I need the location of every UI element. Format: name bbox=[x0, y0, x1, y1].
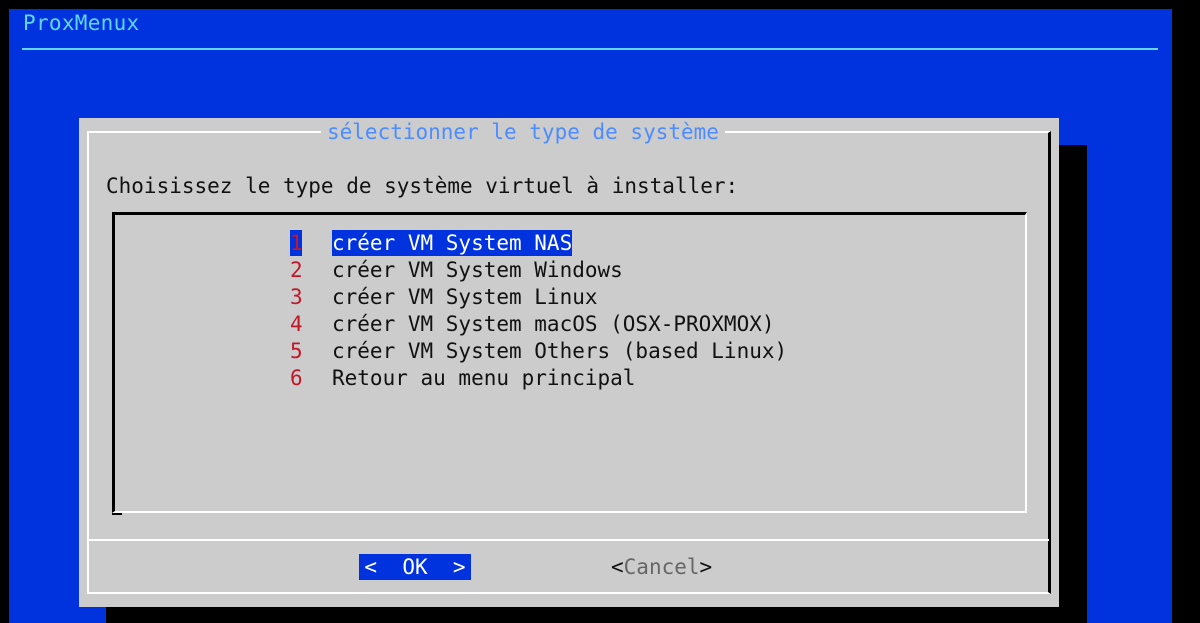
menu-item-4[interactable]: 4 créer VM System macOS (OSX-PROXMOX) bbox=[290, 311, 775, 337]
menu-item-tag: 5 bbox=[290, 339, 303, 363]
menu-item-tag: 6 bbox=[290, 366, 303, 390]
menu-item-label: créer VM System Windows bbox=[332, 258, 623, 282]
backtitle: ProxMenux bbox=[23, 11, 140, 35]
cancel-button[interactable]: <Cancel> bbox=[611, 554, 712, 580]
dialog-prompt: Choisissez le type de système virtuel à … bbox=[106, 174, 739, 198]
menu-item-6[interactable]: 6 Retour au menu principal bbox=[290, 365, 635, 391]
menu-item-label: créer VM System Linux bbox=[332, 285, 598, 309]
button-separator bbox=[89, 539, 1049, 541]
menu-list: 1 créer VM System NAS 2 créer VM System … bbox=[112, 212, 1027, 515]
dialog-title: sélectionner le type de système bbox=[321, 118, 725, 146]
menu-item-label: Retour au menu principal bbox=[332, 366, 636, 390]
menu-item-label: créer VM System NAS bbox=[332, 230, 573, 256]
menu-item-tag: 3 bbox=[290, 285, 303, 309]
cancel-bracket-right: > bbox=[699, 555, 713, 579]
menu-item-label: créer VM System macOS (OSX-PROXMOX) bbox=[332, 312, 775, 336]
menu-item-3[interactable]: 3 créer VM System Linux bbox=[290, 284, 598, 310]
cancel-label: Cancel bbox=[623, 555, 700, 579]
ok-button[interactable]: < OK > bbox=[359, 554, 471, 580]
menu-item-label: créer VM System Others (based Linux) bbox=[332, 339, 788, 363]
menu-item-tag: 1 bbox=[290, 230, 303, 256]
menu-item-1[interactable]: 1 créer VM System NAS bbox=[290, 230, 573, 256]
cancel-bracket-left: < bbox=[611, 555, 624, 579]
menu-item-2[interactable]: 2 créer VM System Windows bbox=[290, 257, 623, 283]
menu-item-tag: 4 bbox=[290, 312, 303, 336]
menu-item-tag: 2 bbox=[290, 258, 303, 282]
backtitle-divider bbox=[22, 48, 1158, 50]
menu-dialog: sélectionner le type de système Choisiss… bbox=[79, 118, 1059, 607]
menu-item-5[interactable]: 5 créer VM System Others (based Linux) bbox=[290, 338, 787, 364]
